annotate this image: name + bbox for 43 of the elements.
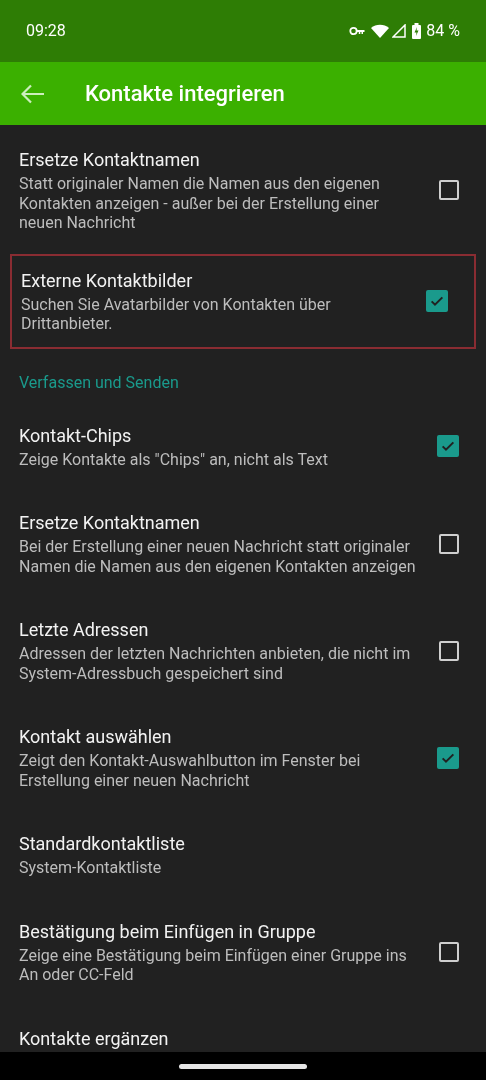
item-summary: Zeige eine Bestätigung beim Einfügen einer Gruppe ins An oder CC-Feld xyxy=(19,945,408,985)
item-title: Kontakt-Chips xyxy=(19,423,133,447)
wifi-icon xyxy=(371,24,390,38)
item-summary: Bei der Erstellung einer neuen Nachricht statt originaler Namen die Namen aus den eigenen Kontakten anzeigen xyxy=(19,537,417,576)
item-summary: Zeige Kontakte als "Chips" an, nicht als Text xyxy=(19,449,329,469)
preference-item[interactable]: Ersetze Kontaktnamen Bei der Erstellung einer neuen Nachricht statt originaler Namen die Namen aus den eigenen Kontakten anzeigen xyxy=(0,490,486,597)
checkbox[interactable] xyxy=(439,942,459,962)
item-summary: Statt originaler Namen die Namen aus den eigenen Kontakten anzeigen - außer bei der Erstellung einer neuen Nachricht xyxy=(19,174,381,233)
home-handle[interactable] xyxy=(179,1063,307,1069)
item-title: Externe Kontaktbilder xyxy=(21,268,194,292)
item-summary: Adressen der letzten Nachrichten anbieten, die nicht im System-Adressbuch gespeichert sind xyxy=(19,644,412,683)
preference-item[interactable]: Kontakt-Chips Zeige Kontakte als "Chips" an, nicht als Text xyxy=(0,402,486,490)
preference-item[interactable]: Letzte Adressen Adressen der letzten Nachrichten anbieten, die nicht im System-Adressbuch gespeichert sind xyxy=(0,597,486,704)
section-header: Verfassen und Senden xyxy=(19,372,179,392)
checkbox[interactable] xyxy=(439,180,459,201)
checkbox[interactable] xyxy=(426,290,448,312)
preference-item[interactable]: Externe Kontaktbilder Suchen Sie Avatarbilder von Kontakten über Drittanbieter. xyxy=(10,253,476,349)
screen-title: Kontakte integrieren xyxy=(85,80,285,108)
checkbox[interactable] xyxy=(439,533,459,554)
item-title: Bestätigung beim Einfügen in Gruppe xyxy=(19,919,317,943)
key-icon xyxy=(349,26,366,36)
preference-item[interactable]: Kontakt auswählen Zeigt den Kontakt-Auswahlbutton im Fenster bei Erstellung einer neuen Nachricht xyxy=(0,704,486,811)
item-title: Ersetze Kontaktnamen xyxy=(19,511,201,534)
checkbox[interactable] xyxy=(439,640,459,661)
item-title: Standardkontaktliste xyxy=(19,832,186,855)
item-title: Ersetze Kontaktnamen xyxy=(19,148,201,171)
item-summary: Zeigt den Kontakt-Auswahlbutton im Fenster bei Erstellung einer neuen Nachricht xyxy=(19,751,362,790)
preference-item[interactable]: Ersetze Kontaktnamen Statt originaler Namen die Namen aus den eigenen Kontakten anzeigen - außer bei der Erstellung einer neuen Nachricht xyxy=(0,127,486,254)
preference-item[interactable]: Standardkontaktliste System-Kontaktliste xyxy=(0,811,486,899)
item-title: Letzte Adressen xyxy=(19,618,150,641)
clock: 09:28 xyxy=(26,20,66,42)
preference-item[interactable]: Bestätigung beim Einfügen in Gruppe Zeige eine Bestätigung beim Einfügen einer Gruppe ins An oder CC-Feld xyxy=(0,898,486,1006)
preference-item[interactable]: Kontakte ergänzen xyxy=(0,1005,486,1052)
item-title: Kontakt auswählen xyxy=(19,725,173,748)
checkbox[interactable] xyxy=(437,435,459,458)
item-summary: Suchen Sie Avatarbilder von Kontakten über Drittanbieter. xyxy=(21,294,332,334)
checkbox[interactable] xyxy=(437,746,459,769)
item-summary: System-Kontaktliste xyxy=(19,858,163,878)
back-arrow-icon xyxy=(21,83,45,104)
battery-percent: 84 % xyxy=(426,20,460,42)
battery-icon xyxy=(412,23,422,39)
signal-icon xyxy=(392,24,407,38)
item-title: Kontakte ergänzen xyxy=(19,1026,170,1050)
